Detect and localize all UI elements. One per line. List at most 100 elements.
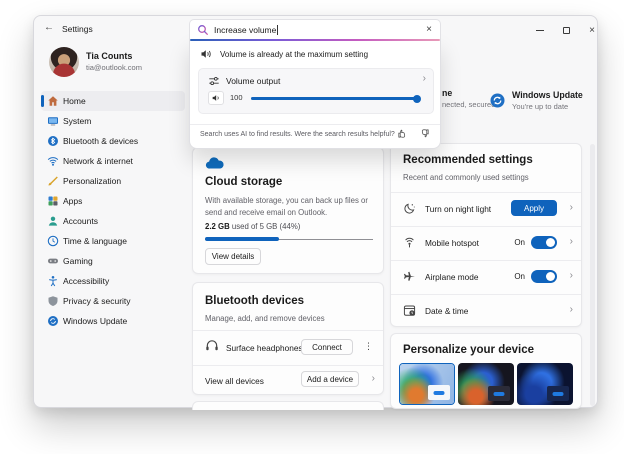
divider xyxy=(391,294,581,295)
desktop: ← Settings × ne nected, secured Windows … xyxy=(0,0,624,454)
windows-update-title[interactable]: Windows Update xyxy=(512,90,583,100)
volume-value: 100 xyxy=(230,93,243,102)
search-icon xyxy=(197,24,209,36)
avatar[interactable] xyxy=(49,47,79,77)
sidebar-item-label: Gaming xyxy=(63,256,93,266)
search-results-dropdown: Volume is already at the maximum setting… xyxy=(189,39,441,149)
sidebar-item-accounts[interactable]: Accounts xyxy=(41,211,185,231)
search-accent-underline xyxy=(190,39,440,41)
chevron-right-icon[interactable]: › xyxy=(423,74,426,84)
connect-button[interactable]: Connect xyxy=(301,339,353,355)
theme-thumbnail-blue[interactable] xyxy=(517,363,573,405)
windows-update-status: You're up to date xyxy=(512,102,569,111)
search-result-text[interactable]: Volume is already at the maximum setting xyxy=(220,50,368,59)
sidebar-item-home[interactable]: Home xyxy=(41,91,185,111)
view-details-button[interactable]: View details xyxy=(205,248,261,265)
system-icon xyxy=(47,115,59,127)
sidebar-item-label: Home xyxy=(63,96,86,106)
toggle-knob xyxy=(546,238,555,247)
sidebar-item-time-language[interactable]: Time & language xyxy=(41,231,185,251)
user-email: tia@outlook.com xyxy=(86,63,142,72)
recommended-settings-card: Recommended settings Recent and commonly… xyxy=(390,143,582,327)
sidebar-item-network[interactable]: Network & internet xyxy=(41,151,185,171)
headphones-icon xyxy=(205,338,219,352)
sidebar-item-gaming[interactable]: Gaming xyxy=(41,251,185,271)
apps-icon xyxy=(47,195,59,207)
wifi-icon xyxy=(47,155,59,167)
night-light-label: Turn on night light xyxy=(425,204,492,214)
divider xyxy=(193,365,383,366)
person-icon xyxy=(47,215,59,227)
airplane-mode-toggle[interactable] xyxy=(531,270,557,283)
mobile-hotspot-icon xyxy=(403,236,416,249)
volume-slider[interactable] xyxy=(251,94,421,103)
cloud-storage-title: Cloud storage xyxy=(205,176,283,188)
search-box[interactable]: Increase volume × xyxy=(189,19,441,41)
chevron-right-icon[interactable]: › xyxy=(570,237,573,247)
bluetooth-card-title: Bluetooth devices xyxy=(205,295,305,307)
theme-thumbnail-dark[interactable] xyxy=(458,363,514,405)
network-status-fragment: nected, secured xyxy=(442,100,496,109)
sidebar-item-accessibility[interactable]: Accessibility xyxy=(41,271,185,291)
minimize-button[interactable] xyxy=(532,22,548,38)
apply-button[interactable]: Apply xyxy=(511,200,557,216)
volume-max-icon xyxy=(200,48,212,60)
volume-output-card[interactable]: Volume output › 100 xyxy=(198,68,434,114)
scrollbar[interactable] xyxy=(590,144,595,406)
user-name: Tia Counts xyxy=(86,51,133,61)
airplane-mode-icon xyxy=(403,270,416,283)
sidebar-item-label: Personalization xyxy=(63,176,122,186)
update-icon xyxy=(47,315,59,327)
sidebar-item-label: Windows Update xyxy=(63,316,128,326)
mobile-hotspot-label: Mobile hotspot xyxy=(425,238,479,248)
back-icon[interactable]: ← xyxy=(44,22,54,33)
text-caret xyxy=(277,25,279,35)
cloud-storage-usage: 2.2 GB used of 5 GB (44%) xyxy=(205,222,300,231)
sidebar-item-bluetooth[interactable]: Bluetooth & devices xyxy=(41,131,185,151)
partial-card xyxy=(192,401,384,410)
maximize-button[interactable] xyxy=(558,22,574,38)
date-time-label: Date & time xyxy=(425,306,469,316)
sidebar-item-label: System xyxy=(63,116,92,126)
search-input[interactable]: Increase volume xyxy=(214,25,279,35)
sidebar-item-privacy[interactable]: Privacy & security xyxy=(41,291,185,311)
airplane-state-label: On xyxy=(514,272,525,281)
sidebar-item-apps[interactable]: Apps xyxy=(41,191,185,211)
slider-thumb[interactable] xyxy=(413,94,421,103)
thumbs-down-icon[interactable] xyxy=(419,128,430,139)
mini-accent xyxy=(493,391,505,396)
sidebar-item-label: Time & language xyxy=(63,236,127,246)
windows-update-icon xyxy=(490,93,505,108)
clock-icon xyxy=(47,235,59,247)
chevron-right-icon[interactable]: › xyxy=(570,305,573,315)
add-device-button[interactable]: Add a device xyxy=(301,371,359,387)
speaker-button[interactable] xyxy=(208,91,224,105)
divider xyxy=(391,226,581,227)
sidebar-item-windows-update[interactable]: Windows Update xyxy=(41,311,185,331)
thumbs-up-icon[interactable] xyxy=(397,128,408,139)
close-icon: × xyxy=(589,24,595,36)
chevron-right-icon[interactable]: › xyxy=(570,271,573,281)
sidebar-item-personalization[interactable]: Personalization xyxy=(41,171,185,191)
volume-output-label: Volume output xyxy=(226,76,281,86)
more-options-icon[interactable]: ⋮ xyxy=(364,341,373,352)
shield-icon xyxy=(47,295,59,307)
clear-search-icon[interactable]: × xyxy=(426,24,432,35)
mini-window xyxy=(488,386,510,401)
mini-window xyxy=(428,385,450,400)
minimize-icon xyxy=(536,29,544,31)
chevron-right-icon[interactable]: › xyxy=(570,203,573,213)
settings-window: ← Settings × ne nected, secured Windows … xyxy=(33,15,600,410)
view-all-devices-link[interactable]: View all devices xyxy=(205,376,264,386)
brush-icon xyxy=(47,175,59,187)
sidebar-item-label: Bluetooth & devices xyxy=(63,136,139,146)
bluetooth-devices-card: Bluetooth devices Manage, add, and remov… xyxy=(192,282,384,395)
mini-accent xyxy=(552,391,564,396)
sidebar-item-system[interactable]: System xyxy=(41,111,185,131)
mobile-hotspot-toggle[interactable] xyxy=(531,236,557,249)
search-feedback-text: Search uses AI to find results. Were the… xyxy=(200,131,395,138)
theme-thumbnail-light[interactable] xyxy=(399,363,455,405)
chevron-right-icon[interactable]: › xyxy=(372,374,375,384)
close-button[interactable]: × xyxy=(584,22,600,38)
cloud-storage-card: Cloud storage With available storage, yo… xyxy=(192,147,384,274)
